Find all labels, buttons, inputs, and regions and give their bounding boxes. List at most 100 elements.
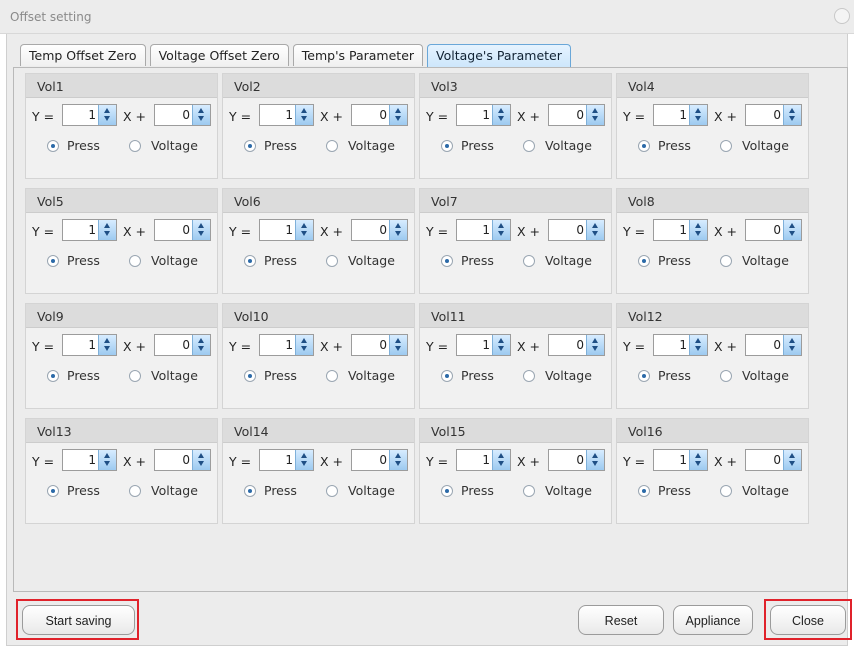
spin-arrows-icon[interactable]: [192, 450, 210, 470]
press-label[interactable]: Press: [461, 368, 494, 383]
press-radio[interactable]: [441, 370, 453, 382]
y-spinbox[interactable]: 1: [259, 104, 314, 126]
appliance-button[interactable]: Appliance: [673, 605, 753, 635]
spin-arrows-icon[interactable]: [389, 105, 407, 125]
spin-arrows-icon[interactable]: [689, 220, 707, 240]
press-radio[interactable]: [441, 485, 453, 497]
press-label[interactable]: Press: [658, 368, 691, 383]
spin-arrows-icon[interactable]: [98, 450, 116, 470]
press-radio[interactable]: [638, 370, 650, 382]
spin-arrows-icon[interactable]: [98, 335, 116, 355]
press-label[interactable]: Press: [658, 138, 691, 153]
reset-button[interactable]: Reset: [578, 605, 664, 635]
y-spinbox[interactable]: 1: [456, 334, 511, 356]
voltage-radio[interactable]: [523, 370, 535, 382]
x-spinbox[interactable]: 0: [745, 449, 802, 471]
spin-arrows-icon[interactable]: [492, 105, 510, 125]
x-spinbox[interactable]: 0: [548, 219, 605, 241]
press-radio[interactable]: [441, 140, 453, 152]
x-spinbox[interactable]: 0: [745, 104, 802, 126]
spin-arrows-icon[interactable]: [492, 220, 510, 240]
y-spinbox[interactable]: 1: [62, 334, 117, 356]
spin-arrows-icon[interactable]: [783, 105, 801, 125]
voltage-label[interactable]: Voltage: [151, 483, 198, 498]
y-spinbox[interactable]: 1: [653, 104, 708, 126]
x-spinbox[interactable]: 0: [154, 334, 211, 356]
voltage-label[interactable]: Voltage: [348, 138, 395, 153]
voltage-label[interactable]: Voltage: [545, 253, 592, 268]
x-spinbox[interactable]: 0: [745, 219, 802, 241]
voltage-label[interactable]: Voltage: [545, 368, 592, 383]
y-spinbox[interactable]: 1: [653, 334, 708, 356]
tab-temp-offset-zero[interactable]: Temp Offset Zero: [20, 44, 146, 66]
window-control-icon[interactable]: [834, 8, 850, 24]
y-spinbox[interactable]: 1: [259, 219, 314, 241]
y-spinbox[interactable]: 1: [456, 104, 511, 126]
voltage-radio[interactable]: [326, 140, 338, 152]
spin-arrows-icon[interactable]: [295, 105, 313, 125]
voltage-radio[interactable]: [523, 485, 535, 497]
press-radio[interactable]: [244, 370, 256, 382]
voltage-radio[interactable]: [129, 370, 141, 382]
spin-arrows-icon[interactable]: [586, 105, 604, 125]
spin-arrows-icon[interactable]: [689, 105, 707, 125]
voltage-label[interactable]: Voltage: [348, 483, 395, 498]
voltage-label[interactable]: Voltage: [742, 368, 789, 383]
press-radio[interactable]: [638, 485, 650, 497]
tab-voltages-parameter[interactable]: Voltage's Parameter: [427, 44, 571, 68]
spin-arrows-icon[interactable]: [586, 335, 604, 355]
press-radio[interactable]: [638, 140, 650, 152]
voltage-radio[interactable]: [523, 255, 535, 267]
voltage-radio[interactable]: [523, 140, 535, 152]
spin-arrows-icon[interactable]: [783, 450, 801, 470]
press-label[interactable]: Press: [658, 483, 691, 498]
press-label[interactable]: Press: [658, 253, 691, 268]
voltage-label[interactable]: Voltage: [348, 253, 395, 268]
y-spinbox[interactable]: 1: [62, 449, 117, 471]
x-spinbox[interactable]: 0: [548, 334, 605, 356]
x-spinbox[interactable]: 0: [351, 334, 408, 356]
press-radio[interactable]: [47, 370, 59, 382]
press-label[interactable]: Press: [264, 253, 297, 268]
voltage-label[interactable]: Voltage: [742, 138, 789, 153]
press-label[interactable]: Press: [67, 138, 100, 153]
voltage-label[interactable]: Voltage: [151, 253, 198, 268]
y-spinbox[interactable]: 1: [62, 219, 117, 241]
voltage-label[interactable]: Voltage: [742, 253, 789, 268]
press-label[interactable]: Press: [461, 483, 494, 498]
spin-arrows-icon[interactable]: [389, 450, 407, 470]
voltage-label[interactable]: Voltage: [151, 368, 198, 383]
voltage-radio[interactable]: [326, 370, 338, 382]
voltage-radio[interactable]: [129, 255, 141, 267]
y-spinbox[interactable]: 1: [62, 104, 117, 126]
spin-arrows-icon[interactable]: [586, 220, 604, 240]
press-radio[interactable]: [441, 255, 453, 267]
spin-arrows-icon[interactable]: [586, 450, 604, 470]
spin-arrows-icon[interactable]: [689, 335, 707, 355]
voltage-radio[interactable]: [720, 370, 732, 382]
spin-arrows-icon[interactable]: [295, 220, 313, 240]
spin-arrows-icon[interactable]: [492, 335, 510, 355]
spin-arrows-icon[interactable]: [98, 220, 116, 240]
spin-arrows-icon[interactable]: [192, 220, 210, 240]
voltage-radio[interactable]: [129, 140, 141, 152]
press-label[interactable]: Press: [67, 368, 100, 383]
x-spinbox[interactable]: 0: [548, 104, 605, 126]
x-spinbox[interactable]: 0: [351, 449, 408, 471]
y-spinbox[interactable]: 1: [456, 219, 511, 241]
x-spinbox[interactable]: 0: [351, 219, 408, 241]
press-label[interactable]: Press: [67, 483, 100, 498]
press-label[interactable]: Press: [264, 483, 297, 498]
x-spinbox[interactable]: 0: [351, 104, 408, 126]
voltage-radio[interactable]: [326, 255, 338, 267]
tab-temps-parameter[interactable]: Temp's Parameter: [292, 44, 424, 66]
press-label[interactable]: Press: [264, 368, 297, 383]
press-radio[interactable]: [47, 140, 59, 152]
voltage-radio[interactable]: [720, 140, 732, 152]
spin-arrows-icon[interactable]: [389, 335, 407, 355]
voltage-radio[interactable]: [326, 485, 338, 497]
press-label[interactable]: Press: [67, 253, 100, 268]
spin-arrows-icon[interactable]: [689, 450, 707, 470]
voltage-label[interactable]: Voltage: [545, 483, 592, 498]
x-spinbox[interactable]: 0: [154, 449, 211, 471]
